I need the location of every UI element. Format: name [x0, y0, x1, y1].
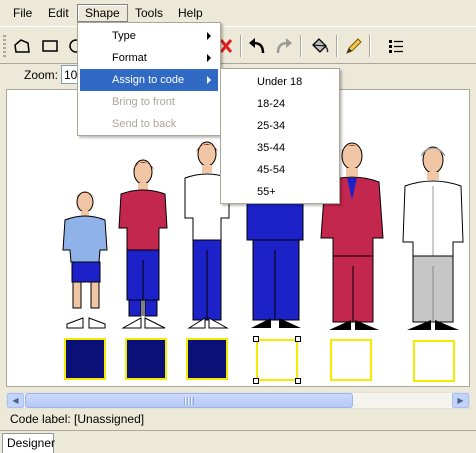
menu-item-type[interactable]: Type: [80, 25, 218, 47]
assign-to-code-submenu: Under 18 18-24 25-34 35-44 45-54 55+: [220, 68, 340, 204]
divider: [0, 430, 476, 431]
menu-item-label: Bring to front: [112, 96, 175, 108]
menu-item-label: Assign to code: [112, 74, 185, 86]
menu-tools[interactable]: Tools: [128, 4, 170, 22]
menu-item-send-to-back: Send to back: [80, 113, 218, 135]
submenu-arrow-icon: [207, 76, 211, 84]
code-box[interactable]: [330, 339, 372, 381]
menu-item-label: Format: [112, 52, 147, 64]
menu-help[interactable]: Help: [171, 4, 210, 22]
horizontal-scrollbar[interactable]: ◀ ▶: [6, 392, 470, 409]
resize-handle[interactable]: [295, 336, 301, 342]
menu-item-label: Send to back: [112, 118, 177, 130]
redo-icon[interactable]: [272, 35, 296, 57]
pencil-icon[interactable]: [342, 35, 366, 57]
child-figure[interactable]: [62, 191, 108, 329]
submenu-item-25-34[interactable]: 25-34: [223, 115, 337, 137]
resize-handle[interactable]: [295, 378, 301, 384]
toolbar-separator: [336, 35, 338, 57]
toolbar: [0, 26, 476, 64]
submenu-item-18-24[interactable]: 18-24: [223, 93, 337, 115]
resize-handle[interactable]: [253, 336, 259, 342]
shape-menu: Type Format Assign to code Bring to fron…: [77, 22, 221, 136]
scroll-grip-icon: [184, 397, 194, 405]
submenu-arrow-icon: [207, 54, 211, 62]
menu-shape[interactable]: Shape: [77, 4, 128, 22]
menu-item-bring-to-front: Bring to front: [80, 91, 218, 113]
scroll-thumb[interactable]: [25, 393, 353, 408]
undo-icon[interactable]: [245, 35, 269, 57]
scroll-left-icon[interactable]: ◀: [7, 393, 24, 408]
menu-item-assign-to-code[interactable]: Assign to code: [80, 69, 218, 91]
shape-icon[interactable]: [10, 35, 34, 57]
rectangle-icon[interactable]: [38, 35, 62, 57]
submenu-item-under-18[interactable]: Under 18: [223, 71, 337, 93]
list-icon[interactable]: [384, 35, 408, 57]
senior-figure[interactable]: [402, 146, 464, 330]
toolbar-separator: [369, 35, 371, 57]
submenu-item-45-54[interactable]: 45-54: [223, 159, 337, 181]
submenu-item-55-plus[interactable]: 55+: [223, 181, 337, 203]
submenu-arrow-icon: [207, 32, 211, 40]
fill-icon[interactable]: [308, 35, 332, 57]
menu-file[interactable]: File: [6, 4, 39, 22]
code-box[interactable]: [413, 340, 455, 382]
teen-figure[interactable]: [118, 159, 168, 329]
menu-bar: File Edit Shape Tools Help: [0, 0, 476, 26]
menu-item-format[interactable]: Format: [80, 47, 218, 69]
adult-suit-figure[interactable]: [246, 189, 304, 328]
submenu-item-35-44[interactable]: 35-44: [223, 137, 337, 159]
scroll-right-icon[interactable]: ▶: [452, 393, 469, 408]
code-box-selected[interactable]: [256, 339, 298, 381]
code-box[interactable]: [186, 338, 228, 380]
code-box[interactable]: [125, 338, 167, 380]
zoom-label: Zoom:: [24, 68, 59, 82]
menu-edit[interactable]: Edit: [41, 4, 76, 22]
tab-designer[interactable]: Designer: [2, 433, 55, 453]
code-box[interactable]: [64, 338, 106, 380]
menu-item-label: Type: [112, 30, 136, 42]
toolbar-separator: [300, 35, 302, 57]
code-label: Code label: [Unassigned]: [10, 412, 145, 426]
resize-handle[interactable]: [253, 378, 259, 384]
toolbar-separator: [240, 35, 242, 57]
toolbar-grip[interactable]: [3, 35, 6, 57]
